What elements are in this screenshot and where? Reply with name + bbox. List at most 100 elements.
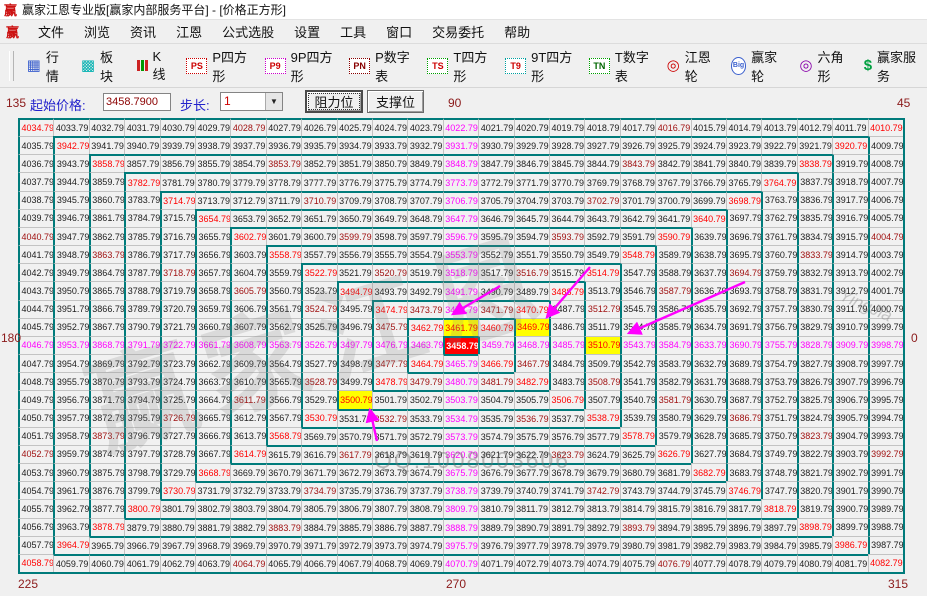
- price-cell[interactable]: 3507.79: [584, 390, 619, 408]
- price-cell[interactable]: 4018.79: [584, 118, 619, 136]
- price-cell[interactable]: 3621.79: [478, 445, 513, 463]
- price-cell[interactable]: 4038.79: [18, 191, 53, 209]
- price-cell[interactable]: 3966.79: [124, 536, 159, 554]
- price-cell[interactable]: 4011.79: [832, 118, 867, 136]
- price-cell[interactable]: 3861.79: [89, 209, 124, 227]
- price-cell[interactable]: 3595.79: [478, 227, 513, 245]
- price-cell[interactable]: 3477.79: [372, 354, 407, 372]
- price-cell[interactable]: 3915.79: [832, 227, 867, 245]
- price-cell[interactable]: 3532.79: [372, 409, 407, 427]
- price-cell[interactable]: 3815.79: [655, 499, 690, 517]
- price-cell[interactable]: 3978.79: [549, 536, 584, 554]
- price-cell[interactable]: 3786.79: [124, 245, 159, 263]
- price-cell[interactable]: 3797.79: [124, 445, 159, 463]
- chevron-down-icon[interactable]: ▼: [265, 93, 282, 110]
- price-cell[interactable]: 3720.79: [160, 300, 195, 318]
- price-cell[interactable]: 4056.79: [18, 518, 53, 536]
- price-cell[interactable]: 3606.79: [230, 300, 265, 318]
- price-cell[interactable]: 3921.79: [797, 136, 832, 154]
- price-cell[interactable]: 3925.79: [655, 136, 690, 154]
- price-cell[interactable]: 3852.79: [301, 154, 336, 172]
- price-cell[interactable]: 3494.79: [337, 281, 372, 299]
- price-cell[interactable]: 3741.79: [549, 481, 584, 499]
- price-cell[interactable]: 3901.79: [832, 481, 867, 499]
- price-cell[interactable]: 3909.79: [832, 336, 867, 354]
- price-cell[interactable]: 3757.79: [761, 300, 796, 318]
- price-cell[interactable]: 3696.79: [726, 227, 761, 245]
- price-cell[interactable]: 3944.79: [53, 172, 88, 190]
- price-cell[interactable]: 3652.79: [266, 209, 301, 227]
- price-cell[interactable]: 3765.79: [726, 172, 761, 190]
- price-cell[interactable]: 3627.79: [691, 445, 726, 463]
- price-cell[interactable]: 3692.79: [726, 300, 761, 318]
- price-cell[interactable]: 3467.79: [514, 354, 549, 372]
- price-cell[interactable]: 3665.79: [195, 409, 230, 427]
- price-cell[interactable]: 3948.79: [53, 245, 88, 263]
- price-cell[interactable]: 3893.79: [620, 518, 655, 536]
- price-cell[interactable]: 3857.79: [124, 154, 159, 172]
- price-cell[interactable]: 3754.79: [761, 354, 796, 372]
- price-cell[interactable]: 3818.79: [761, 499, 796, 517]
- price-cell[interactable]: 3973.79: [372, 536, 407, 554]
- price-cell[interactable]: 3770.79: [549, 172, 584, 190]
- price-cell[interactable]: 3646.79: [478, 209, 513, 227]
- price-cell[interactable]: 3829.79: [797, 318, 832, 336]
- price-cell[interactable]: 3779.79: [230, 172, 265, 190]
- price-cell[interactable]: 3464.79: [407, 354, 442, 372]
- price-cell[interactable]: 3584.79: [655, 336, 690, 354]
- price-cell[interactable]: 3935.79: [301, 136, 336, 154]
- support-button[interactable]: 支撑位: [367, 90, 424, 113]
- price-cell[interactable]: 3916.79: [832, 209, 867, 227]
- price-cell[interactable]: 4064.79: [230, 554, 265, 572]
- price-cell[interactable]: 3618.79: [372, 445, 407, 463]
- price-cell[interactable]: 3710.79: [301, 191, 336, 209]
- toolbar-item[interactable]: ◎六角形: [791, 44, 855, 88]
- price-cell[interactable]: 3889.79: [478, 518, 513, 536]
- price-cell[interactable]: 3676.79: [478, 463, 513, 481]
- price-cell[interactable]: 3774.79: [407, 172, 442, 190]
- price-cell[interactable]: 3867.79: [89, 318, 124, 336]
- price-cell[interactable]: 3667.79: [195, 445, 230, 463]
- price-cell[interactable]: 3528.79: [301, 372, 336, 390]
- price-cell[interactable]: 4034.79: [18, 118, 53, 136]
- price-cell[interactable]: 3517.79: [478, 263, 513, 281]
- price-cell[interactable]: 3619.79: [407, 445, 442, 463]
- price-cell[interactable]: 3951.79: [53, 300, 88, 318]
- price-cell[interactable]: 3522.79: [301, 263, 336, 281]
- toolbar-item[interactable]: TNT数字表: [581, 44, 659, 88]
- price-cell[interactable]: 3642.79: [620, 209, 655, 227]
- price-cell[interactable]: 3886.79: [372, 518, 407, 536]
- price-cell[interactable]: 3764.79: [761, 172, 796, 190]
- price-cell[interactable]: 3578.79: [620, 427, 655, 445]
- price-cell[interactable]: 3700.79: [655, 191, 690, 209]
- toolbar-item[interactable]: $赢家服务: [856, 44, 927, 88]
- price-cell[interactable]: 3831.79: [797, 281, 832, 299]
- price-cell[interactable]: 3563.79: [266, 336, 301, 354]
- price-cell[interactable]: 4026.79: [301, 118, 336, 136]
- price-cell[interactable]: 3873.79: [89, 427, 124, 445]
- price-cell[interactable]: 3536.79: [514, 409, 549, 427]
- price-cell[interactable]: 3883.79: [266, 518, 301, 536]
- price-cell[interactable]: 3702.79: [584, 191, 619, 209]
- menu-item-10[interactable]: 帮助: [494, 20, 540, 43]
- price-cell[interactable]: 3470.79: [514, 300, 549, 318]
- price-cell[interactable]: 3603.79: [230, 245, 265, 263]
- price-cell[interactable]: 4000.79: [868, 300, 903, 318]
- price-cell[interactable]: 3877.79: [89, 499, 124, 517]
- price-cell[interactable]: 3648.79: [407, 209, 442, 227]
- price-cell[interactable]: 3965.79: [89, 536, 124, 554]
- price-cell[interactable]: 3872.79: [89, 409, 124, 427]
- price-cell[interactable]: 3962.79: [53, 499, 88, 517]
- price-cell[interactable]: 4009.79: [868, 136, 903, 154]
- price-cell[interactable]: 3847.79: [478, 154, 513, 172]
- price-cell[interactable]: 4054.79: [18, 481, 53, 499]
- price-cell[interactable]: 3628.79: [691, 427, 726, 445]
- price-cell[interactable]: 3633.79: [691, 336, 726, 354]
- price-cell[interactable]: 3614.79: [230, 445, 265, 463]
- price-cell[interactable]: 3974.79: [407, 536, 442, 554]
- price-cell[interactable]: 3651.79: [301, 209, 336, 227]
- price-cell[interactable]: 3996.79: [868, 372, 903, 390]
- price-cell[interactable]: 3538.79: [584, 409, 619, 427]
- price-cell[interactable]: 3592.79: [584, 227, 619, 245]
- price-cell[interactable]: 3593.79: [549, 227, 584, 245]
